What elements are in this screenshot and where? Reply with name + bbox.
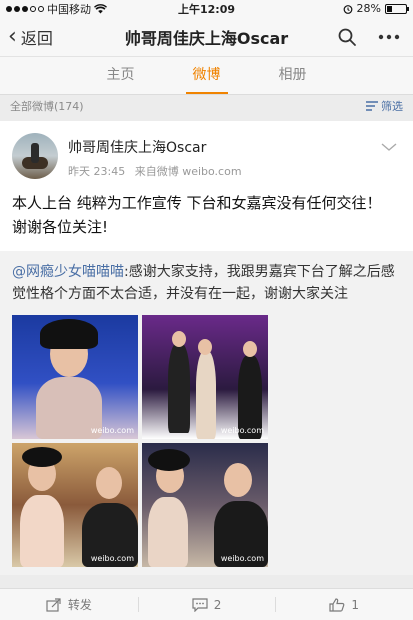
comment-icon [192,597,208,612]
share-icon [46,597,61,612]
filter-button[interactable]: 筛选 [366,98,403,114]
tab-home[interactable]: 主页 [78,57,164,94]
thumbs-up-icon [329,597,345,612]
status-left: 中国移动 [6,1,107,17]
post-menu-button[interactable] [381,133,401,179]
filter-label: 筛选 [381,100,403,113]
like-button[interactable]: 1 [275,589,413,620]
alarm-icon [343,4,352,14]
more-icon [378,34,400,39]
battery-icon [385,3,409,14]
more-button[interactable] [377,25,401,49]
comment-button[interactable]: 2 [137,589,276,620]
photo-watermark: weibo.com [220,554,264,563]
signal-icon [6,5,44,12]
action-bar: 转发 2 1 [0,588,413,620]
post-source: 来自微博 weibo.com [134,165,242,178]
filter-bar: 全部微博(174) 筛选 [0,95,413,117]
battery-fill [387,5,393,12]
tab-bar: 主页 微博 相册 [0,57,413,95]
chevron-down-icon [381,143,397,151]
tab-weibo[interactable]: 微博 [164,57,250,94]
nav-actions [335,25,413,49]
search-icon [338,28,356,46]
chevron-left-icon: ‹ [8,23,17,49]
battery-percent: 28% [356,2,381,15]
repost-text: @网瘾少女喵喵喵:感谢大家支持，我跟男嘉宾下台了解之后感觉性格个方面不太合适，并… [12,261,401,305]
filter-icon [366,101,378,111]
post-header: 帅哥周佳庆上海Oscar 昨天 23:45 来自微博 weibo.com [0,121,413,179]
tab-album[interactable]: 相册 [250,57,336,94]
like-count: 1 [351,597,359,612]
photo-1[interactable]: weibo.com [12,315,138,439]
back-label: 返回 [20,28,53,48]
post-meta: 昨天 23:45 来自微博 weibo.com [68,163,381,179]
photo-watermark: weibo.com [220,426,264,435]
post-text: 本人上台 纯粹为工作宣传 下台和女嘉宾没有任何交往！ 谢谢各位关注! [12,194,382,236]
back-button[interactable]: ‹ 返回 [0,17,61,56]
repost-button[interactable]: 转发 [0,589,138,620]
post-time: 昨天 23:45 [68,165,126,178]
nav-bar: ‹ 返回 帅哥周佳庆上海Oscar [0,17,413,57]
photo-watermark: weibo.com [90,554,134,563]
post-username[interactable]: 帅哥周佳庆上海Oscar [68,137,381,157]
repost-label: 转发 [67,598,92,612]
wifi-icon [94,3,107,13]
post-card: 帅哥周佳庆上海Oscar 昨天 23:45 来自微博 weibo.com 本人上… [0,121,413,575]
photo-watermark: weibo.com [90,426,134,435]
photo-4[interactable]: weibo.com [142,443,268,567]
status-right: 28% [343,2,409,15]
repost-block[interactable]: @网瘾少女喵喵喵:感谢大家支持，我跟男嘉宾下台了解之后感觉性格个方面不太合适，并… [0,251,413,575]
user-info: 帅哥周佳庆上海Oscar 昨天 23:45 来自微博 weibo.com [68,133,381,179]
search-button[interactable] [335,25,359,49]
avatar[interactable] [12,133,58,179]
photo-grid: weibo.com weibo.com weibo.com weibo.com [12,315,401,567]
comment-count: 2 [213,597,222,612]
repost-mention[interactable]: @网瘾少女喵喵喵 [12,264,124,280]
status-bar: 中国移动 上午12:09 28% [0,0,413,17]
post-count-label: 全部微博(174) [10,100,84,113]
photo-2[interactable]: weibo.com [142,315,268,439]
photo-3[interactable]: weibo.com [12,443,138,567]
carrier-label: 中国移动 [47,2,91,16]
